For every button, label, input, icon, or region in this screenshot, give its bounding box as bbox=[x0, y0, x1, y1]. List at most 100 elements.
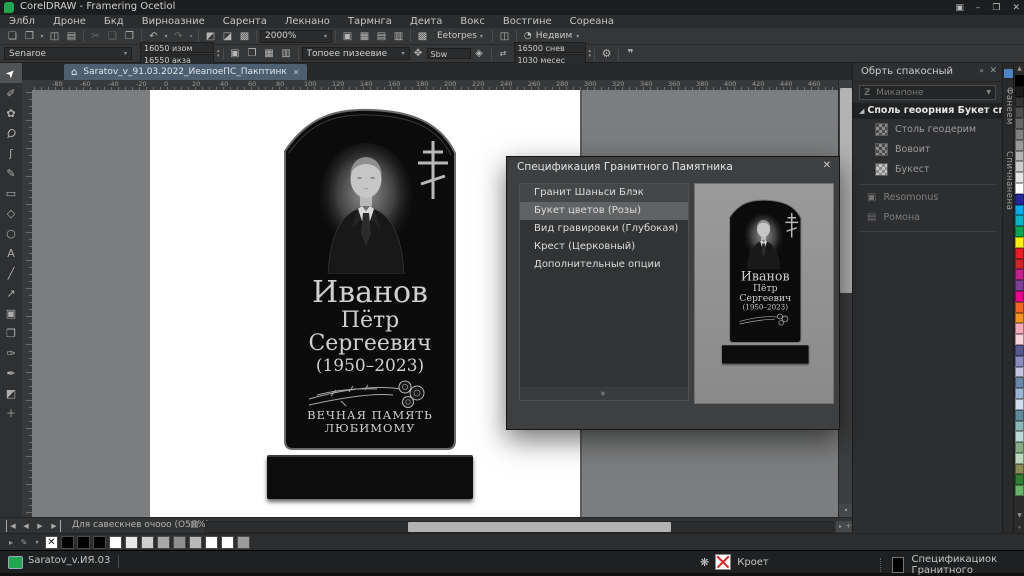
size-width-field[interactable]: 16500 снев bbox=[514, 42, 586, 53]
import-icon[interactable]: ◩ bbox=[202, 29, 219, 43]
document-tab[interactable]: ⌂ Saratov_v_91.03.2022_ИеапоеПС_Пакптинк… bbox=[64, 64, 307, 80]
expand-triangle-icon[interactable]: ◢ bbox=[859, 107, 864, 115]
menu-item[interactable]: Сарента bbox=[214, 15, 276, 28]
palette-color-swatch[interactable] bbox=[1015, 474, 1024, 485]
minimize-button[interactable]: – bbox=[976, 3, 981, 13]
home-icon[interactable]: ⌂ bbox=[71, 67, 77, 78]
palette-color-swatch[interactable] bbox=[1015, 140, 1024, 151]
scroll-down-button[interactable]: ▾ bbox=[839, 504, 853, 517]
snap-to-objects-icon[interactable]: ▥ bbox=[278, 47, 295, 61]
specification-option[interactable]: Крест (Церковный) bbox=[520, 238, 688, 256]
color-swatch[interactable] bbox=[221, 536, 234, 549]
palette-color-swatch[interactable] bbox=[1015, 118, 1024, 129]
outline-style-combo[interactable]: Топоее пизеевие ▾ bbox=[302, 47, 410, 60]
duplicate-icon[interactable]: ❐ bbox=[244, 47, 261, 61]
undo-icon[interactable]: ↶ bbox=[145, 29, 162, 43]
palette-color-swatch[interactable] bbox=[1015, 269, 1024, 280]
specification-option[interactable]: Вид гравировки (Глубокая) bbox=[520, 220, 688, 238]
color-swatch[interactable] bbox=[125, 536, 138, 549]
next-page-button[interactable]: ▶ bbox=[34, 520, 46, 532]
palette-color-swatch[interactable] bbox=[1015, 453, 1024, 464]
redo-chevron-icon[interactable]: ▾ bbox=[187, 29, 195, 43]
artistic-media-tool[interactable]: ✎ bbox=[0, 163, 22, 183]
palette-color-swatch[interactable] bbox=[1015, 86, 1024, 97]
color-swatch[interactable] bbox=[173, 536, 186, 549]
docker-tree-item[interactable]: Букест bbox=[853, 159, 1002, 179]
paste-icon[interactable]: ❒ bbox=[121, 29, 138, 43]
separator[interactable] bbox=[138, 29, 145, 43]
welcome-dropdown[interactable]: ◔ Недвим ▾ bbox=[524, 31, 579, 41]
palette-color-swatch[interactable] bbox=[1015, 194, 1024, 205]
separator[interactable] bbox=[253, 29, 260, 43]
docker-tree-item[interactable]: ▤ Ромона bbox=[853, 207, 1002, 227]
docker-tree-item[interactable]: Вовоит bbox=[853, 139, 1002, 159]
dialog-close-icon[interactable]: ✕ bbox=[823, 160, 831, 171]
eyedropper-tool[interactable]: ✒ bbox=[0, 363, 22, 383]
comment-icon[interactable]: ❞ bbox=[622, 47, 639, 61]
menu-item[interactable]: Элбл bbox=[0, 15, 44, 28]
page-frame-icon[interactable]: ▣ bbox=[227, 47, 244, 61]
palette-color-swatch[interactable] bbox=[1015, 388, 1024, 399]
separator[interactable] bbox=[332, 29, 339, 43]
open-chevron-icon[interactable]: ▾ bbox=[38, 29, 46, 43]
shape-tool[interactable]: ✐ bbox=[0, 83, 22, 103]
list-scroll-down-button[interactable]: « bbox=[519, 387, 689, 401]
palette-color-swatch[interactable] bbox=[1015, 205, 1024, 216]
color-swatch[interactable] bbox=[61, 536, 74, 549]
text-tool[interactable]: A bbox=[0, 243, 22, 263]
paint-tool[interactable]: ✑ bbox=[0, 343, 22, 363]
last-page-button[interactable]: ▶ bbox=[48, 520, 61, 532]
rectangle-tool[interactable]: ▭ bbox=[0, 183, 22, 203]
launcher-icon[interactable]: ◫ bbox=[496, 29, 513, 43]
copy-icon[interactable]: ❑ bbox=[104, 29, 121, 43]
menu-item[interactable]: Тармнга bbox=[339, 15, 401, 28]
redo-icon[interactable]: ↷ bbox=[170, 29, 187, 43]
vertical-scrollbar-thumb[interactable] bbox=[840, 88, 852, 293]
palette-color-swatch[interactable] bbox=[1015, 421, 1024, 432]
color-swatch[interactable] bbox=[77, 536, 90, 549]
print-icon[interactable]: ▤ bbox=[63, 29, 80, 43]
palette-color-swatch[interactable] bbox=[1015, 75, 1024, 86]
menu-item[interactable]: Деита bbox=[401, 15, 451, 28]
palette-color-swatch[interactable] bbox=[1015, 367, 1024, 378]
specification-option[interactable]: Гранит Шаньси Блэк bbox=[520, 184, 688, 202]
separator[interactable] bbox=[407, 29, 414, 43]
color-swatch[interactable] bbox=[157, 536, 170, 549]
color-swatch[interactable] bbox=[237, 536, 250, 549]
specification-option[interactable]: Дополнительные опции bbox=[520, 256, 688, 274]
palette-color-swatch[interactable] bbox=[1015, 226, 1024, 237]
palette-color-swatch[interactable] bbox=[1015, 302, 1024, 313]
outline-none-swatch[interactable] bbox=[715, 554, 731, 570]
fullscreen-preview-icon[interactable]: ▣ bbox=[339, 29, 356, 43]
close-tab-icon[interactable]: ✕ bbox=[293, 68, 300, 77]
palette-color-swatch[interactable] bbox=[1015, 161, 1024, 172]
palette-color-swatch[interactable] bbox=[1015, 410, 1024, 421]
specification-option[interactable]: Букет цветов (Розы) bbox=[520, 202, 688, 220]
menu-item[interactable]: Сореана bbox=[561, 15, 623, 28]
pick-tool[interactable]: ➤ bbox=[0, 63, 22, 83]
restore-button[interactable]: ❐ bbox=[992, 3, 1000, 13]
ellipse-tool[interactable]: ○ bbox=[0, 223, 22, 243]
show-guidelines-icon[interactable]: ▥ bbox=[390, 29, 407, 43]
menu-item[interactable]: Бкд bbox=[95, 15, 133, 28]
palette-scroll-up-button[interactable]: ▲ bbox=[1014, 63, 1024, 74]
palette-color-swatch[interactable] bbox=[1015, 151, 1024, 162]
docker-close-icon[interactable]: ✕ bbox=[989, 66, 997, 76]
menu-item[interactable]: Вокс bbox=[451, 15, 494, 28]
separator[interactable] bbox=[195, 29, 202, 43]
scroll-right-button[interactable]: ▸ bbox=[836, 521, 845, 532]
docker-group-header[interactable]: ◢Споль геоорния Букет сполонкванный bbox=[853, 103, 1002, 119]
preset-combo[interactable]: Senaroe ▾ bbox=[4, 47, 132, 60]
cut-icon[interactable]: ✂ bbox=[87, 29, 104, 43]
color-swatch[interactable] bbox=[45, 536, 58, 549]
color-swatch[interactable] bbox=[141, 536, 154, 549]
palette-color-swatch[interactable] bbox=[1015, 313, 1024, 324]
image-frame-tool[interactable]: ▣ bbox=[0, 303, 22, 323]
gear-icon[interactable]: ⚙ bbox=[598, 47, 615, 61]
chevron-down-icon[interactable]: ▾ bbox=[32, 539, 42, 546]
palette-color-swatch[interactable] bbox=[1015, 280, 1024, 291]
options-icon[interactable]: ▩ bbox=[414, 29, 431, 43]
palette-color-swatch[interactable] bbox=[1015, 377, 1024, 388]
palette-color-swatch[interactable] bbox=[1015, 215, 1024, 226]
palette-color-swatch[interactable] bbox=[1015, 97, 1024, 108]
